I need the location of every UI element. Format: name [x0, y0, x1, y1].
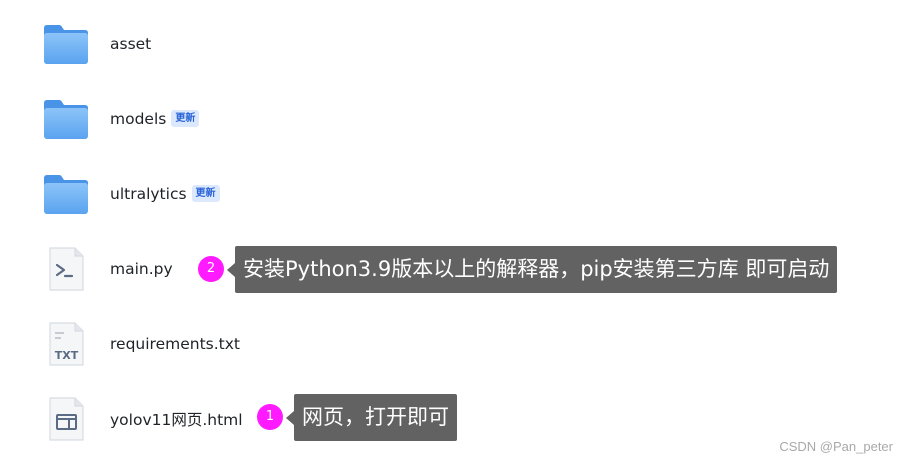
- file-name: models 更新: [110, 109, 200, 128]
- file-list: asset models 更新 ultralytics 更新 main.py T…: [0, 0, 899, 460]
- folder-icon: [44, 174, 88, 214]
- python-script-icon: [49, 246, 84, 291]
- annotation-callout-2: 安装Python3.9版本以上的解释器，pip安装第三方库 即可启动: [226, 246, 838, 293]
- annotation-callout-1: 网页，打开即可: [286, 394, 457, 441]
- svg-text:TXT: TXT: [55, 349, 79, 362]
- file-name-label: main.py: [110, 259, 173, 278]
- file-name: main.py: [110, 260, 173, 278]
- file-name: requirements.txt: [110, 335, 240, 353]
- file-row-requirements-txt[interactable]: TXT requirements.txt: [0, 306, 899, 381]
- file-name-label: asset: [110, 34, 152, 53]
- html-file-icon: [49, 396, 84, 441]
- file-row-models[interactable]: models 更新: [0, 81, 899, 156]
- update-badge: 更新: [191, 185, 220, 202]
- txt-file-icon: TXT: [49, 321, 84, 366]
- file-name-label: ultralytics: [110, 184, 187, 203]
- annotation-marker-1: 1: [257, 404, 283, 430]
- file-row-ultralytics[interactable]: ultralytics 更新: [0, 156, 899, 231]
- watermark: CSDN @Pan_peter: [779, 439, 893, 454]
- folder-icon: [44, 24, 88, 64]
- file-name-label: requirements.txt: [110, 334, 240, 353]
- file-name: yolov11网页.html: [110, 408, 243, 430]
- update-badge: 更新: [171, 110, 200, 127]
- file-name-label: yolov11网页.html: [110, 410, 243, 429]
- file-row-asset[interactable]: asset: [0, 6, 899, 81]
- annotation-marker-2: 2: [198, 256, 224, 282]
- file-name: asset: [110, 35, 151, 53]
- file-name: ultralytics 更新: [110, 185, 220, 203]
- folder-icon: [44, 99, 88, 139]
- file-name-label: models: [110, 109, 167, 128]
